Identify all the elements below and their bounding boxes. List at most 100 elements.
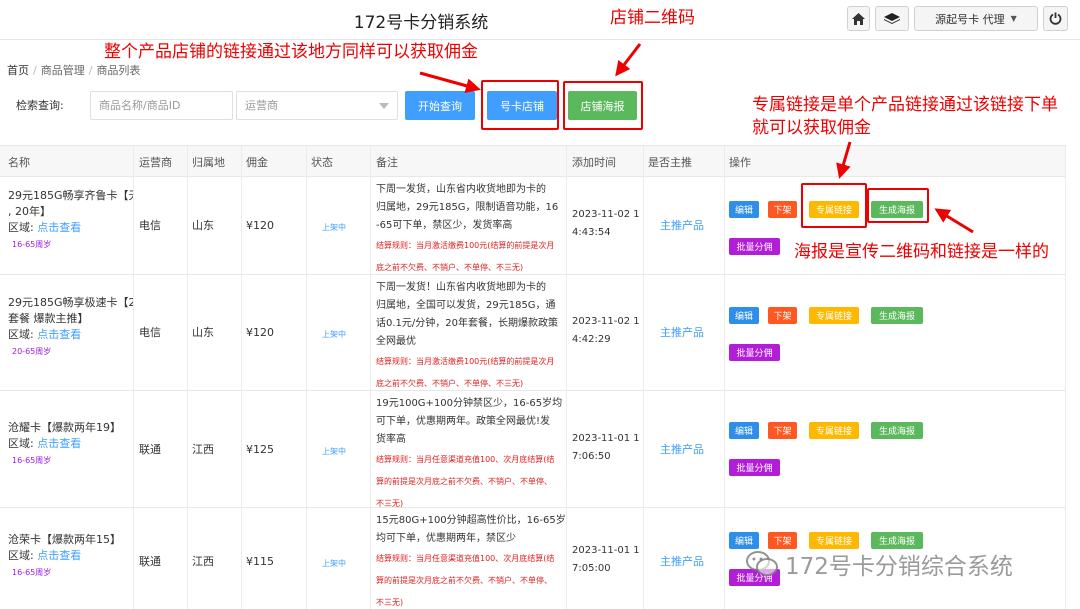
location-cell: 江西: [192, 442, 214, 456]
remark-cell: 下周一发货，山东省内收货地即为卡的 归属地，29元185G，限制语音功能，16 -6…: [376, 181, 566, 279]
added-time-line: 7:06:50: [572, 450, 611, 462]
remark-cell: 下周一发货！山东省内收货地即为卡的 归属地，全国可以发货，29元185G，通 话0.…: [376, 279, 566, 395]
annotation-exclusive-line1: 专属链接是单个产品链接通过该链接下单: [752, 95, 1058, 115]
edit-button[interactable]: 编辑: [729, 201, 759, 218]
table-row: 29元185G畅享极速卡【2 套餐 爆款主推】 区域: 点击查看 20-65周岁 电信 山…: [0, 275, 1066, 391]
col-header-featured: 是否主推: [648, 156, 692, 169]
added-time-line: 2023-11-01 1: [572, 432, 640, 444]
annotation-box-exclusive-link: [801, 183, 867, 228]
col-header-name: 名称: [8, 156, 30, 169]
user-menu-button[interactable]: 源起号卡 代理 ▼: [914, 6, 1038, 31]
search-button[interactable]: 开始查询: [405, 91, 475, 120]
col-header-remark: 备注: [376, 156, 398, 169]
theme-button[interactable]: [875, 6, 909, 31]
annotation-box-shop-link: [481, 80, 559, 130]
col-header-time: 添加时间: [572, 156, 616, 169]
col-header-status: 状态: [311, 156, 333, 169]
offline-button[interactable]: 下架: [768, 422, 797, 439]
product-search-input[interactable]: 商品名称/商品ID: [90, 91, 233, 120]
wechat-icon: [746, 551, 778, 576]
home-button[interactable]: [847, 6, 870, 31]
region-view-link[interactable]: 点击查看: [37, 221, 81, 234]
product-name-line: 套餐 爆款主推】: [8, 312, 89, 325]
region-label: 区域:: [8, 549, 38, 562]
offline-button[interactable]: 下架: [768, 201, 797, 218]
remark-line: -65可下单，禁区少，发货率高: [376, 220, 513, 231]
logout-button[interactable]: [1043, 6, 1068, 31]
operator-select[interactable]: 运营商: [236, 91, 398, 120]
region-line: 区域: 点击查看: [8, 436, 133, 452]
region-line: 区域: 点击查看: [8, 327, 133, 343]
batch-commission-button[interactable]: 批量分佣: [729, 459, 780, 476]
remark-line: 可下单，优惠期两年。政策全网最优!发: [376, 416, 551, 427]
settlement-rule-line: 不三无): [376, 598, 404, 607]
added-time-cell: 2023-11-02 1 4:43:54: [572, 206, 640, 242]
generate-poster-button[interactable]: 生成海报: [871, 307, 923, 324]
watermark: 172号卡分销综合系统: [745, 547, 1013, 581]
operator-cell: 联通: [139, 555, 161, 568]
product-name-cell: 沧耀卡【爆款两年19】 区域: 点击查看 16-65周岁: [8, 420, 133, 468]
region-label: 区域:: [8, 436, 38, 450]
edit-button[interactable]: 编辑: [729, 307, 759, 324]
batch-commission-button[interactable]: 批量分佣: [729, 238, 780, 255]
exclusive-link-button[interactable]: 专属链接: [809, 422, 859, 439]
location-cell: 山东: [192, 326, 214, 339]
product-name-line: 29元185G畅享极速卡【2: [8, 296, 133, 309]
col-header-actions: 操作: [729, 156, 751, 169]
added-time-line: 2023-11-02 1: [572, 316, 640, 327]
operator-select-placeholder: 运营商: [245, 99, 278, 112]
arrow-to-shop-poster: [615, 43, 642, 77]
home-icon: [852, 12, 865, 25]
location-cell: 山东: [192, 219, 214, 232]
annotation-exclusive-line2: 就可以获取佣金: [752, 118, 871, 138]
search-label: 检索查询:: [16, 99, 64, 112]
status-badge: 上架中: [322, 330, 346, 339]
commission-cell: ¥125: [246, 442, 274, 456]
power-icon: [1049, 12, 1062, 25]
breadcrumb-home[interactable]: 首页: [7, 64, 29, 77]
annotation-shop-qr: 店铺二维码: [610, 8, 695, 28]
dropdown-arrow-icon: [379, 103, 389, 109]
region-view-link[interactable]: 点击查看: [37, 437, 81, 450]
commission-cell: ¥115: [246, 555, 274, 568]
settlement-rule-line: 结算规则：当月任意渠道充值100、次月底结算(结: [376, 455, 555, 464]
featured-label: 主推产品: [660, 555, 704, 568]
settlement-rule-line: 算的前提是次月底之前不欠费、不销户、不单停、: [376, 576, 552, 585]
remark-line: 货率高: [376, 434, 406, 445]
col-header-commission: 佣金: [246, 156, 268, 169]
table-header: 名称 运营商 归属地 佣金 状态 备注 添加时间 是否主推 操作: [0, 146, 1066, 177]
annotation-box-gen-poster: [867, 188, 929, 223]
product-name-line: 29元185G畅享齐鲁卡【无: [8, 189, 133, 202]
featured-label: 主推产品: [660, 442, 704, 456]
region-label: 区域:: [8, 221, 38, 234]
remark-line: 下周一发货！山东省内收货地即为卡的: [376, 282, 546, 293]
age-range: 16-65周岁: [12, 240, 52, 249]
age-range: 16-65周岁: [12, 455, 52, 465]
batch-commission-button[interactable]: 批量分佣: [729, 344, 780, 361]
settlement-rule-line: 结算规则：当月任意渠道充值100、次月底结算(结: [376, 554, 555, 563]
added-time-cell: 2023-11-02 1 4:42:29: [572, 313, 640, 349]
product-name-cell: 29元185G畅享齐鲁卡【无 , 20年】 区域: 点击查看 16-65周岁: [8, 188, 133, 252]
added-time-line: 2023-11-02 1: [572, 209, 640, 220]
breadcrumb-product-mgmt[interactable]: 商品管理: [41, 64, 85, 77]
product-name-line: 沧耀卡【爆款两年19】: [8, 420, 121, 434]
region-line: 区域: 点击查看: [8, 220, 133, 236]
layers-icon: [884, 13, 900, 24]
breadcrumb-separator: /: [33, 64, 37, 77]
remark-line: 归属地，29元185G，限制语音功能，16: [376, 202, 559, 213]
status-badge: 上架中: [322, 223, 346, 232]
col-header-operator: 运营商: [139, 156, 172, 169]
region-view-link[interactable]: 点击查看: [37, 549, 81, 562]
added-time-line: 2023-11-01 1: [572, 545, 640, 556]
settlement-rule-line: 算的前提是次月底之前不欠费、不销户、不单停、: [376, 477, 552, 486]
location-cell: 江西: [192, 555, 214, 568]
operator-cell: 电信: [139, 326, 161, 339]
region-label: 区域:: [8, 328, 38, 341]
app-title: 172号卡分销系统: [353, 13, 489, 33]
offline-button[interactable]: 下架: [768, 307, 797, 324]
added-time-line: 7:05:00: [572, 563, 611, 574]
generate-poster-button[interactable]: 生成海报: [871, 422, 923, 439]
exclusive-link-button[interactable]: 专属链接: [809, 307, 859, 324]
region-view-link[interactable]: 点击查看: [37, 328, 81, 341]
edit-button[interactable]: 编辑: [729, 422, 759, 439]
